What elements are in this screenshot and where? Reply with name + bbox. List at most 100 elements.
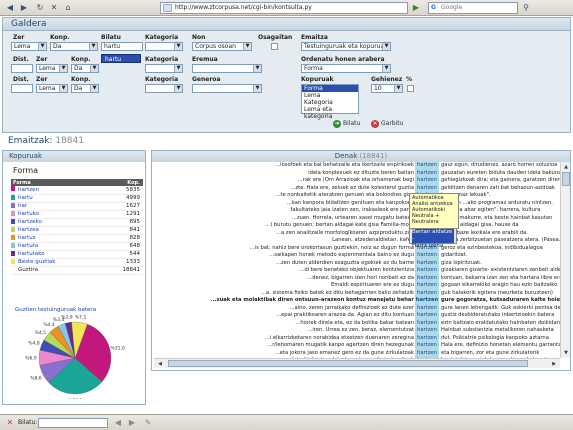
concordance-line[interactable]: ...epai praktikoaren arazoa da. Agian ez…	[154, 312, 560, 320]
concordance-line[interactable]: ...zuen. Horrela, urtearen xasoi mugatu …	[154, 214, 560, 222]
forma-cell[interactable]: hartutako	[16, 250, 97, 259]
search-input[interactable]: G Google	[428, 2, 518, 14]
bilatu-input[interactable]: hartu	[101, 42, 143, 51]
concordance-line[interactable]: ...a. sistema fisiko batek ez ditu behag…	[154, 289, 560, 297]
bilatu-button[interactable]: ➜ Bilatu	[333, 119, 360, 129]
home-icon[interactable]: ⌂	[62, 2, 74, 14]
concordance-line[interactable]: ...saikapen honek metodo esperimentala b…	[154, 252, 560, 260]
table-row[interactable]: hartu 4999	[11, 194, 143, 203]
table-row[interactable]: hartuz 828	[11, 234, 143, 243]
keyword[interactable]: hartzen	[415, 342, 439, 350]
kategoria-select-1[interactable]: ▼	[145, 42, 183, 51]
kopuruak-listbox[interactable]: Forma Lema Kategoria Lema eta kategoria	[301, 84, 359, 120]
concordance-line[interactable]: ...i elkarrizketaren norabidea etxetzen …	[154, 334, 560, 342]
kategoria-select-3[interactable]: ▼	[145, 84, 183, 93]
zer-select-1[interactable]: Lema ▼	[11, 42, 47, 51]
forma-cell[interactable]: har	[16, 202, 97, 211]
context-menu-item[interactable]: Bertan aldatze -	[412, 229, 454, 243]
go-icon[interactable]: ▶	[410, 2, 422, 14]
keyword[interactable]: hartzen	[415, 327, 439, 335]
keyword[interactable]: hartzen	[415, 274, 439, 282]
zer-select-3[interactable]: Lema ▼	[36, 84, 68, 93]
keyword[interactable]: hartzen	[415, 267, 439, 275]
generoa-select[interactable]: ▼	[192, 84, 262, 93]
concordance-line[interactable]: ...horiek direla eta, ez da botika bakar…	[154, 319, 560, 327]
keyword[interactable]: hartzen	[415, 289, 439, 297]
concordance-line[interactable]: ...zte. Hala ere, zeluek ez dute koleste…	[154, 184, 560, 192]
gehienez-select[interactable]: 10 ▼	[371, 84, 403, 93]
close-icon[interactable]: ✕	[4, 417, 16, 429]
forma-cell[interactable]: hartzeko	[16, 218, 97, 227]
keyword[interactable]: hartzen	[415, 297, 439, 305]
forma-cell[interactable]: hartuko	[16, 210, 97, 219]
table-row[interactable]: hartutako 544	[11, 250, 143, 259]
concordance-line[interactable]: ...) burutu genuen; bertan aldagai kate …	[154, 222, 560, 230]
garbitu-button[interactable]: ✕ Garbitu	[371, 119, 403, 129]
context-menu-item[interactable]: Hartz izena	[412, 243, 454, 250]
concordance-line[interactable]: Emaldi espirituaren ere ez dugu hartzen go…	[154, 282, 560, 290]
reload-icon[interactable]: ↻	[34, 2, 46, 14]
percent-checkbox[interactable]	[407, 85, 414, 92]
context-menu[interactable]: Bertan aldatze - Hartz izena	[409, 228, 457, 249]
forma-cell[interactable]: Beste guztiak	[16, 258, 97, 267]
keyword[interactable]: hartzen	[415, 282, 439, 290]
concordance-line[interactable]: ...is bat, nahiz bere orokortasun guztie…	[154, 244, 560, 252]
highlight-icon[interactable]: ✎	[142, 417, 154, 429]
scroll-thumb[interactable]	[562, 172, 570, 186]
table-row[interactable]: hartuta 648	[11, 242, 143, 251]
concordance-line[interactable]: ...eta jokora jaso emanez gero ez da gun…	[154, 349, 560, 357]
concordance-line[interactable]: idela konplexuek ez dituzte beren baitan…	[154, 169, 560, 177]
kategoria-select-2[interactable]: ▼	[145, 64, 183, 73]
concordance-line[interactable]: fakultateko jaia izaten zen, irakasleok …	[154, 207, 560, 215]
keyword[interactable]: hartzen	[415, 312, 439, 320]
concordance-line[interactable]: Lanean, atzedenaldietan, kafeahartzen...…	[154, 237, 560, 245]
concordance-line[interactable]: ...zen duten alderdien ezaguztia egokiek…	[154, 259, 560, 267]
concordance-list[interactable]: ...losofoek eta bai behatzaile eta ikert…	[154, 162, 560, 358]
konp-select-1[interactable]: Da ▼	[50, 42, 98, 51]
autocomplete-option[interactable]: hartu	[101, 54, 141, 63]
table-row[interactable]: hartzeko 895	[11, 218, 143, 227]
keyword[interactable]: hartzen	[415, 169, 439, 177]
keyword[interactable]: hartzen	[415, 162, 439, 170]
dist-input-2[interactable]	[11, 84, 33, 93]
hscroll-thumb[interactable]	[168, 360, 528, 367]
concordance-line[interactable]: ...di bere beneteko objektuaren kontzien…	[154, 267, 560, 275]
kopuruak-option[interactable]: Kategoria	[302, 99, 358, 106]
scroll-up-icon[interactable]: ▲	[562, 163, 570, 171]
kopuruak-option[interactable]: Lema	[302, 92, 358, 99]
scroll-down-icon[interactable]: ▼	[562, 349, 570, 357]
table-row[interactable]: hartzen 5835	[11, 186, 143, 195]
forma-cell[interactable]: hartuta	[16, 242, 97, 251]
table-row[interactable]: har 1627	[11, 202, 143, 211]
find-input[interactable]	[38, 418, 108, 428]
concordance-line[interactable]: ...rak ere (Om Arrazioak eta orhamenak b…	[154, 177, 560, 185]
concordance-line[interactable]: ...suak eta molaktibak diren ontsuun-ara…	[154, 297, 560, 305]
kopuruak-option[interactable]: Lema eta kategoria	[302, 106, 358, 120]
ordenatu-select[interactable]: Forma ▼	[301, 64, 391, 73]
dist-input-1[interactable]	[11, 64, 33, 73]
scroll-right-icon[interactable]: ▶	[550, 360, 558, 368]
concordance-line[interactable]: ...iren. Urrea ez zen, beraz, elementutz…	[154, 327, 560, 335]
keyword[interactable]: hartzen	[415, 184, 439, 192]
back-icon[interactable]: ◀	[4, 2, 16, 14]
concordance-line[interactable]: ...denez, bigarren izen hori nonbait ez …	[154, 274, 560, 282]
concordance-line[interactable]: ...te nonbaitetik ateratzen genuen eta b…	[154, 192, 560, 200]
konp-select-3[interactable]: Da ▼	[71, 84, 99, 93]
scroll-left-icon[interactable]: ◀	[156, 360, 164, 368]
keyword[interactable]: hartzen	[415, 177, 439, 185]
find-next-icon[interactable]: ▶	[126, 417, 138, 429]
keyword[interactable]: hartzen	[415, 349, 439, 357]
horizontal-scrollbar[interactable]: ◀ ▶	[154, 358, 560, 368]
forward-icon[interactable]: ▶	[18, 2, 30, 14]
zer-select-2[interactable]: Lema ▼	[36, 64, 68, 73]
table-row[interactable]: hartuko 1291	[11, 210, 143, 219]
table-row[interactable]: Beste guztiak 1333	[11, 258, 143, 267]
non-select[interactable]: Corpus osoan ▼	[192, 42, 252, 51]
osagaitan-checkbox[interactable]	[271, 43, 278, 50]
concordance-line[interactable]: ...aino, zeren jarraikako definizioek ez…	[154, 304, 560, 312]
concordance-line[interactable]: ...r/lehomaren mugatik kanpo agertzen di…	[154, 342, 560, 350]
eremua-select[interactable]: ▼	[192, 64, 262, 73]
forma-cell[interactable]: hartzen	[16, 186, 97, 195]
forma-cell[interactable]: hartuz	[16, 234, 97, 243]
find-previous-icon[interactable]: ◀	[112, 417, 124, 429]
